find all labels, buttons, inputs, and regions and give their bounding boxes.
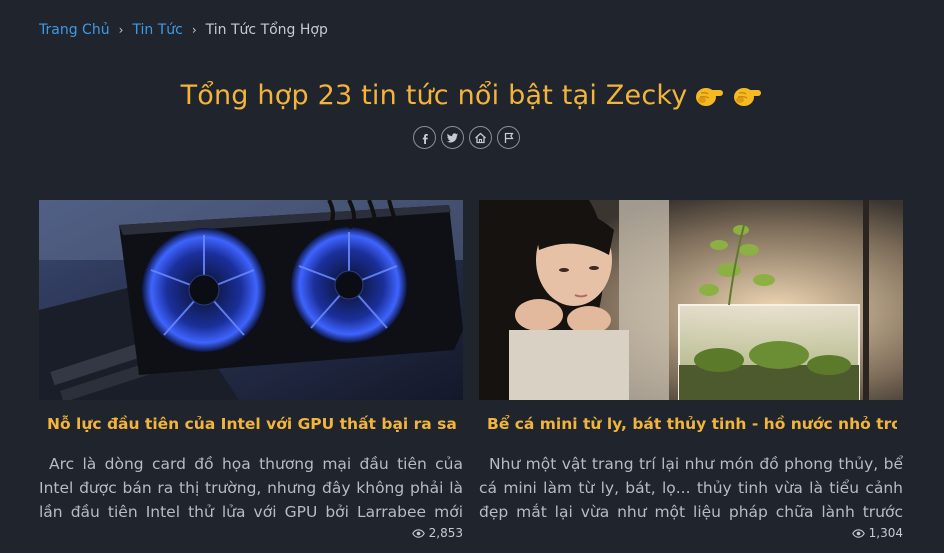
- pointing-hand-icon: [696, 88, 724, 106]
- article-title[interactable]: Bể cá mini từ ly, bát thủy tinh - hồ nướ…: [487, 413, 897, 435]
- home-icon: [475, 132, 486, 143]
- page-title-text: Tổng hợp 23 tin tức nổi bật tại Zecky: [180, 80, 688, 111]
- article-thumbnail[interactable]: [479, 200, 903, 400]
- view-count: 1,304: [851, 526, 903, 540]
- report-button[interactable]: [497, 126, 520, 149]
- pointing-hand-emojis: [695, 82, 763, 108]
- twitter-share-button[interactable]: [441, 126, 464, 149]
- article-card: Nỗ lực đầu tiên của Intel với GPU thất b…: [39, 200, 463, 540]
- eye-icon: [411, 528, 425, 538]
- eye-icon: [851, 528, 865, 538]
- girl-with-mini-aquarium-image: [479, 200, 903, 400]
- view-count: 2,853: [411, 526, 463, 540]
- breadcrumb-news-link[interactable]: Tin Tức: [132, 21, 182, 39]
- article-thumbnail[interactable]: [39, 200, 463, 400]
- breadcrumb-home-link[interactable]: Trang Chủ: [39, 21, 110, 39]
- article-card: Bể cá mini từ ly, bát thủy tinh - hồ nướ…: [479, 200, 903, 540]
- page: Trang Chủ › Tin Tức › Tin Tức Tổng Hợp T…: [0, 0, 944, 553]
- breadcrumb: Trang Chủ › Tin Tức › Tin Tức Tổng Hợp: [39, 21, 328, 39]
- article-title[interactable]: Nỗ lực đầu tiên của Intel với GPU thất b…: [47, 413, 457, 435]
- facebook-share-button[interactable]: [413, 126, 436, 149]
- article-description: Arc là dòng card đồ họa thương mại đầu t…: [39, 455, 463, 521]
- breadcrumb-separator: ›: [191, 23, 197, 37]
- view-count-value: 2,853: [428, 526, 463, 540]
- share-buttons: [413, 126, 520, 149]
- flag-icon: [504, 132, 514, 143]
- pointing-hand-icon: [734, 88, 762, 106]
- gpu-graphics-card-image: [39, 200, 463, 400]
- facebook-icon: [422, 133, 428, 144]
- view-count-value: 1,304: [868, 526, 903, 540]
- home-share-button[interactable]: [469, 126, 492, 149]
- article-description: Như một vật trang trí lại như món đồ pho…: [479, 455, 903, 521]
- breadcrumb-current: Tin Tức Tổng Hợp: [205, 22, 328, 38]
- breadcrumb-separator: ›: [118, 23, 124, 37]
- twitter-icon: [446, 132, 458, 142]
- page-title: Tổng hợp 23 tin tức nổi bật tại Zecky: [0, 77, 944, 115]
